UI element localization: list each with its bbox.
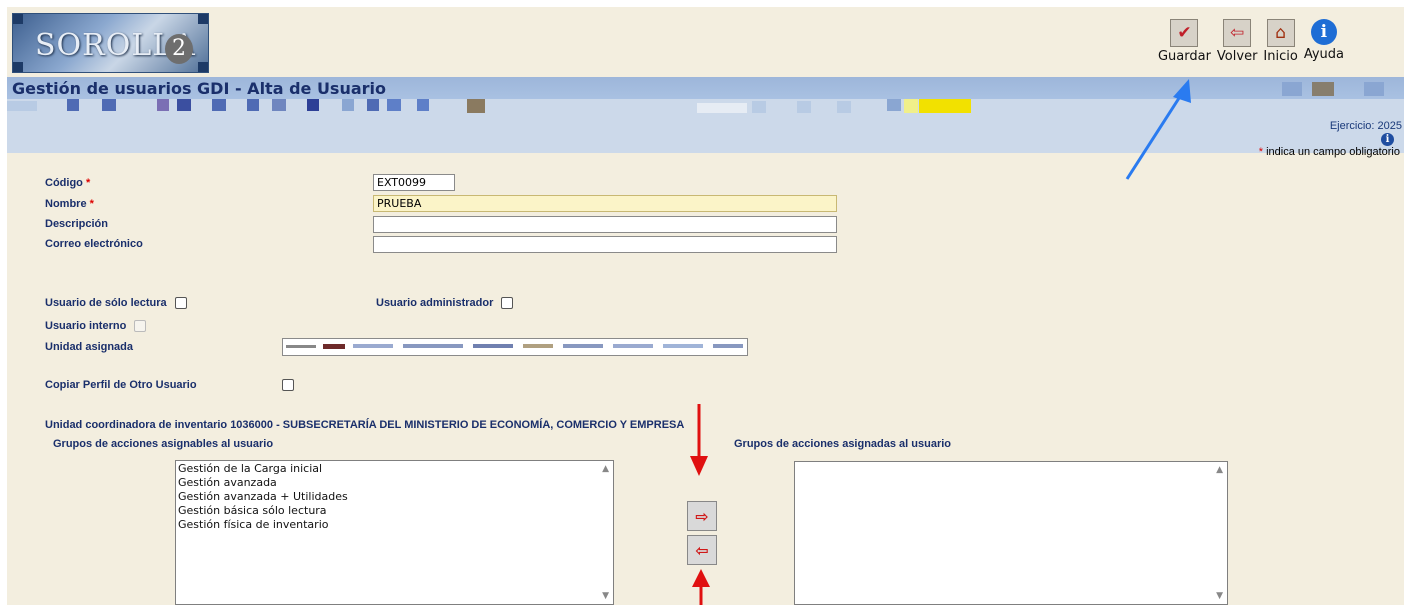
copiar-perfil-label: Copiar Perfil de Otro Usuario	[45, 379, 197, 391]
redacted-block	[177, 99, 191, 111]
required-legend-text: indica un campo obligatorio	[1263, 146, 1400, 158]
redacted-block	[387, 99, 401, 111]
home-button-label: Inicio	[1263, 49, 1298, 64]
save-button-label: Guardar	[1157, 49, 1211, 64]
redacted-block	[272, 99, 286, 111]
descripcion-field[interactable]	[373, 216, 837, 233]
back-button[interactable]: ⇦ Volver	[1216, 19, 1258, 64]
move-left-button[interactable]: ⇦	[687, 535, 717, 565]
asignables-label: Grupos de acciones asignables al usuario	[53, 438, 274, 450]
required-legend: * indica un campo obligatorio	[1259, 146, 1400, 158]
interno-checkbox[interactable]	[134, 320, 146, 332]
redacted-block	[697, 103, 747, 113]
copiar-perfil-checkbox[interactable]	[282, 379, 294, 391]
help-button-label: Ayuda	[1303, 47, 1344, 62]
administrador-checkbox[interactable]	[501, 297, 513, 309]
unidad-label: Unidad asignada	[45, 341, 134, 353]
asignadas-label: Grupos de acciones asignadas al usuario	[734, 438, 952, 450]
correo-label: Correo electrónico	[45, 238, 143, 250]
toolbar: ✔ Guardar ⇦ Volver ⌂ Inicio i Ayuda	[1158, 19, 1344, 64]
list-item[interactable]: Gestión física de inventario	[176, 518, 613, 532]
annotation-arrow-guardar	[1125, 79, 1191, 180]
list-item[interactable]: Gestión de la Carga inicial	[176, 462, 613, 476]
redacted-block	[367, 99, 379, 111]
back-button-label: Volver	[1216, 49, 1258, 64]
redacted-block	[342, 99, 354, 111]
list-item[interactable]: Gestión básica sólo lectura	[176, 504, 613, 518]
save-button[interactable]: ✔ Guardar	[1158, 19, 1211, 64]
logo-square	[13, 62, 23, 72]
redacted-block	[307, 99, 319, 111]
email-field[interactable]	[373, 236, 837, 253]
redacted-block	[919, 99, 971, 113]
redacted-block	[797, 101, 811, 113]
annotation-arrow-down	[690, 404, 708, 476]
administrador-label: Usuario administrador	[376, 297, 494, 309]
home-icon: ⌂	[1266, 19, 1295, 47]
unidad-select[interactable]	[282, 338, 748, 356]
scroll-down-icon[interactable]: ▼	[602, 591, 609, 601]
redacted-block	[7, 101, 37, 111]
logo-square	[198, 62, 208, 72]
list-item[interactable]: Gestión avanzada + Utilidades	[176, 490, 613, 504]
redacted-block	[837, 101, 851, 113]
help-button[interactable]: i Ayuda	[1304, 19, 1344, 64]
redacted-block	[157, 99, 169, 111]
descripcion-label: Descripción	[45, 218, 108, 230]
logo-square	[13, 14, 23, 24]
redacted-block	[417, 99, 429, 111]
codigo-field[interactable]: EXT0099	[373, 174, 455, 191]
scroll-up-icon[interactable]: ▲	[602, 464, 609, 474]
asignables-listbox[interactable]: Gestión de la Carga inicial Gestión avanz…	[175, 460, 614, 605]
move-right-button[interactable]: ⇨	[687, 501, 717, 531]
redacted-block	[904, 99, 918, 113]
asignadas-listbox[interactable]: ▲ ▼	[794, 461, 1228, 605]
scroll-down-icon[interactable]: ▼	[1216, 591, 1223, 601]
info-icon: i	[1310, 19, 1337, 45]
back-arrow-icon: ⇦	[1223, 19, 1252, 47]
solo-lectura-checkbox[interactable]	[175, 297, 187, 309]
sorolla-logo[interactable]: SOROLLA 2	[12, 13, 209, 73]
redacted-block	[467, 99, 485, 113]
redacted-block	[67, 99, 79, 111]
redacted-block	[887, 99, 901, 111]
redacted-block	[247, 99, 259, 111]
logo-square	[198, 14, 208, 24]
annotation-arrow-up	[692, 569, 710, 605]
unidad-coordinadora-title: Unidad coordinadora de inventario 103600…	[45, 419, 685, 431]
redacted-block	[212, 99, 226, 111]
page-title: Gestión de usuarios GDI - Alta de Usuari…	[12, 79, 387, 98]
redacted-block	[752, 101, 766, 113]
ejercicio-label: Ejercicio: 2025	[1329, 120, 1402, 132]
info-icon[interactable]: i	[1381, 133, 1394, 146]
redacted-block	[1282, 82, 1302, 96]
scroll-up-icon[interactable]: ▲	[1216, 465, 1223, 475]
redacted-block	[102, 99, 116, 111]
list-item[interactable]: Gestión avanzada	[176, 476, 613, 490]
logo-suffix: 2	[165, 34, 193, 64]
nombre-field[interactable]: PRUEBA	[373, 195, 837, 212]
nombre-label: Nombre *	[45, 198, 94, 210]
page-frame: SOROLLA 2 ✔ Guardar ⇦ Volver ⌂ Inicio i …	[7, 7, 1404, 605]
redacted-block	[1312, 82, 1334, 96]
codigo-label: Código *	[45, 177, 91, 189]
save-check-icon: ✔	[1170, 19, 1199, 47]
redacted-block	[1364, 82, 1384, 96]
interno-label: Usuario interno	[45, 320, 127, 332]
solo-lectura-label: Usuario de sólo lectura	[45, 297, 167, 309]
home-button[interactable]: ⌂ Inicio	[1263, 19, 1298, 64]
